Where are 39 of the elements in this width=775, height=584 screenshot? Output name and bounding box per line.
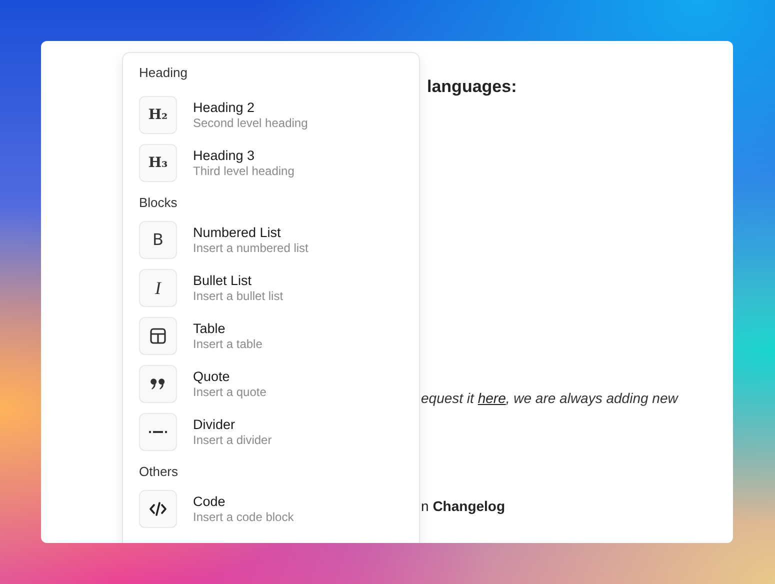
- item-title: Divider: [193, 417, 236, 432]
- glyph-icon: H₂: [148, 108, 168, 122]
- item-description: Insert a numbered list: [193, 241, 308, 255]
- section-label: Blocks: [139, 194, 178, 212]
- menu-item[interactable]: H₂ Heading 2 Second level heading: [139, 91, 403, 139]
- item-title: Bullet List: [193, 273, 253, 288]
- code-icon: [149, 501, 167, 517]
- item-description: Second level heading: [193, 116, 308, 130]
- item-description: Insert a table: [193, 337, 262, 351]
- menu-item[interactable]: I Bullet List Insert a bullet list: [139, 264, 403, 312]
- menu-item[interactable]: Table Insert a table: [139, 312, 403, 360]
- menu-item[interactable]: B Numbered List Insert a numbered list: [139, 216, 403, 264]
- menu-item[interactable]: H₃ Heading 3 Third level heading: [139, 139, 403, 187]
- divider-icon: [149, 430, 167, 434]
- paragraph-text: equest it here, we are always adding new: [421, 390, 680, 406]
- menu-item[interactable]: Code Insert a code block: [139, 485, 403, 533]
- glyph-icon: H₃: [148, 156, 168, 170]
- item-title: Heading 2: [193, 100, 256, 115]
- item-title: Table: [193, 321, 226, 336]
- glyph-icon: I: [155, 279, 161, 297]
- menu-item[interactable]: Divider Insert a divider: [139, 408, 403, 456]
- item-description: Third level heading: [193, 164, 294, 178]
- item-description: Insert a divider: [193, 433, 272, 447]
- item-title: Numbered List: [193, 225, 282, 240]
- section-label: Heading: [139, 64, 188, 82]
- changelog-text: n Changelog: [421, 498, 506, 514]
- item-description: Insert a code block: [193, 510, 294, 524]
- menu-item[interactable]: Quote Insert a quote: [139, 360, 403, 408]
- glyph-icon: B: [152, 232, 164, 248]
- item-title: Quote: [193, 369, 231, 384]
- item-title: Heading 3: [193, 148, 256, 163]
- item-description: Insert a quote: [193, 385, 266, 399]
- item-description: Insert a bullet list: [193, 289, 284, 303]
- here-link[interactable]: here: [478, 390, 506, 406]
- table-icon: [149, 327, 167, 345]
- heading-text: languages:: [427, 77, 518, 97]
- item-title: Code: [193, 494, 226, 509]
- section-label: Others: [139, 463, 180, 481]
- quote-icon: [150, 378, 166, 390]
